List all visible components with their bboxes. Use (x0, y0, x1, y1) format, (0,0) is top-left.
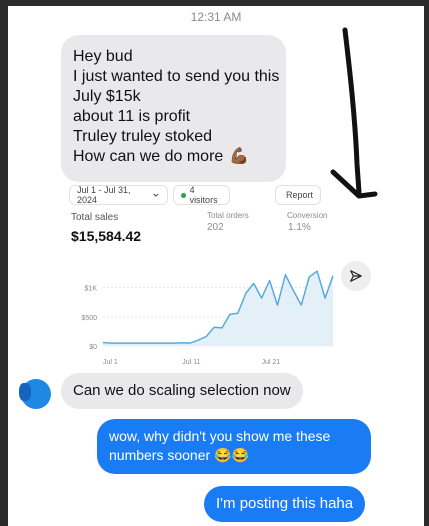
report-label: Report (285, 190, 313, 200)
incoming-message-bubble[interactable]: Can we do scaling selection now (61, 373, 303, 409)
sales-line-chart: $1K $500 $0 Jul 1 Jul 11 Jul 21 (81, 270, 334, 366)
total-sales-label: Total sales (71, 212, 119, 223)
y-tick-label: $500 (81, 315, 97, 322)
avatar-shape (19, 383, 31, 401)
y-tick-label: $1K (85, 286, 98, 293)
message-line: I just wanted to send you this (73, 68, 280, 85)
date-range-label: Jul 1 - Jul 31, 2024 (77, 185, 131, 205)
x-tick-label: Jul 11 (182, 359, 200, 366)
total-sales-value: $15,584.42 (71, 228, 142, 244)
outgoing-message-bubble[interactable]: I'm posting this haha (204, 486, 366, 522)
y-tick-label: $0 (89, 344, 97, 351)
avatar[interactable] (19, 379, 51, 409)
chevron-down-icon (153, 193, 159, 197)
total-orders-label: Total orders (207, 211, 249, 220)
message-line: July $15k (73, 88, 141, 105)
conversion-value: 1.1% (288, 222, 311, 233)
timestamp: 12:31 AM (190, 10, 242, 24)
live-dot-icon (181, 192, 186, 198)
incoming-message-bubble[interactable]: Hey bud I just wanted to send you this J… (61, 35, 286, 182)
visitors-badge[interactable]: 4 visitors (173, 185, 230, 205)
visitors-label: 4 visitors (189, 185, 218, 205)
series-area (103, 271, 333, 346)
outgoing-message-bubble[interactable]: wow, why didn't you show me these number… (97, 419, 371, 474)
message-line: How can we do more (73, 148, 224, 166)
message-line: wow, why didn't you show me these (109, 428, 331, 444)
date-range-picker[interactable]: Jul 1 - Jul 31, 2024 (69, 185, 168, 205)
report-icon (283, 194, 284, 196)
laughing-emoji: 😂😂 (214, 447, 249, 463)
message-line: Truley truley stoked (73, 128, 213, 145)
flexed-biceps-emoji: 💪🏾 (229, 148, 250, 165)
x-tick-label: Jul 21 (262, 359, 281, 366)
share-button[interactable] (341, 261, 371, 291)
message-line: Hey bud (73, 48, 133, 65)
x-tick-label: Jul 1 (103, 359, 118, 366)
report-button[interactable]: Report (275, 185, 321, 205)
message-line: numbers sooner (109, 447, 211, 463)
conversion-label: Conversion (287, 211, 328, 220)
hand-drawn-arrow-icon (330, 27, 378, 199)
total-orders-value: 202 (207, 222, 224, 233)
send-icon (350, 270, 362, 282)
chat-screen: 12:31 AM Hey bud I just wanted to send y… (8, 6, 424, 526)
message-line: about 11 is profit (73, 108, 191, 125)
